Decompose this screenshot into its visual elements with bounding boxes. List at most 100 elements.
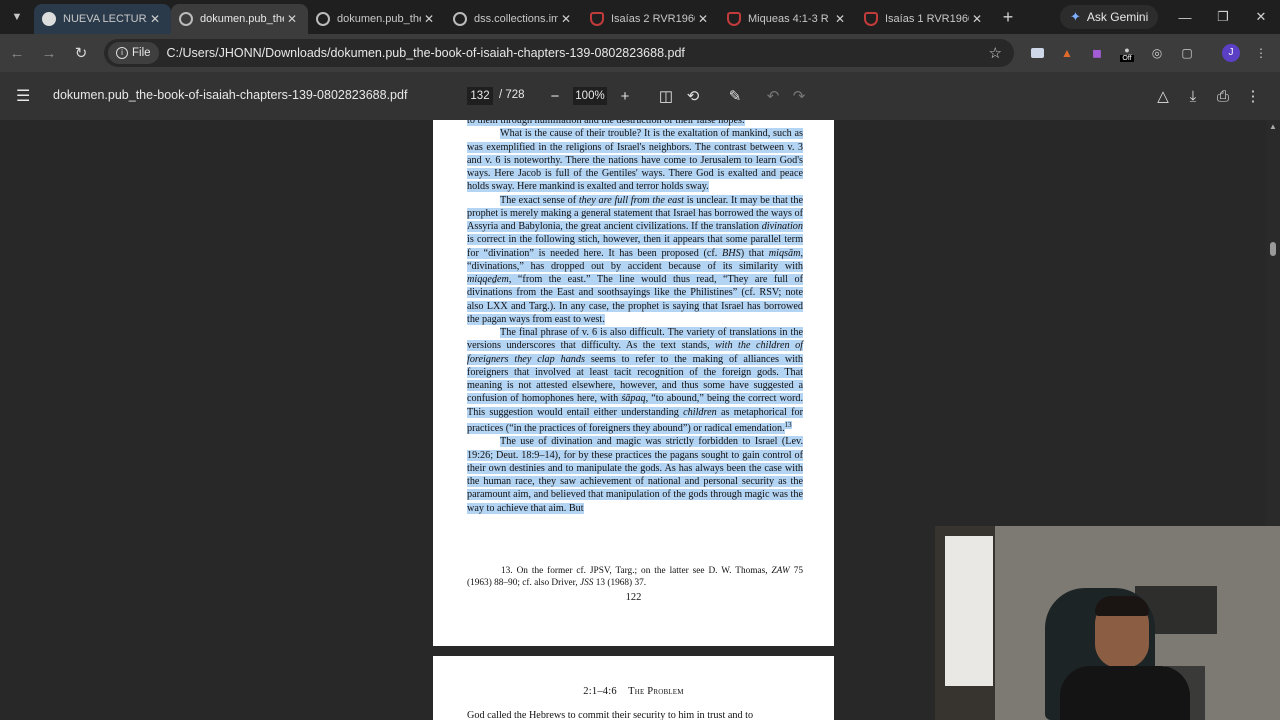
scroll-up-icon[interactable]: ▲ <box>1269 122 1277 131</box>
forward-button[interactable]: → <box>34 38 64 68</box>
globe-icon <box>179 12 193 26</box>
italic-text: śāpaq <box>621 393 646 405</box>
page-body-text: God called the Hebrews to commit their s… <box>467 710 754 720</box>
plus-icon: + <box>620 87 630 105</box>
restore-button[interactable]: ❐ <box>1204 0 1242 34</box>
globe-icon <box>453 12 467 26</box>
profile-avatar[interactable]: J <box>1220 42 1242 64</box>
annotate-button[interactable]: ✎ <box>724 85 746 107</box>
bookmark-star-icon[interactable]: ☆ <box>989 44 1002 62</box>
running-head-title: The Problem <box>628 686 684 697</box>
screenshot-extension-icon[interactable] <box>1026 42 1048 64</box>
tab-4[interactable]: Isaías 2 RVR1960 ✕ <box>582 4 719 34</box>
close-tab-icon[interactable]: ✕ <box>284 12 300 26</box>
tab-list: NUEVA LECTURA ✕ dokumen.pub_the ✕ dokumen.pu… <box>34 0 993 34</box>
reload-icon: ↻ <box>74 45 88 62</box>
tab-title: dokumen.pub_the <box>200 13 284 25</box>
pdf-page: to them through humiliation and the dest… <box>433 120 834 646</box>
close-tab-icon[interactable]: ✕ <box>421 12 437 26</box>
close-tab-icon[interactable]: ✕ <box>969 12 985 26</box>
zoom-in-button[interactable]: + <box>614 85 636 107</box>
pdf-more-menu-button[interactable]: ⋮ <box>1242 85 1264 107</box>
webcam-overlay <box>935 526 1280 720</box>
tab-0[interactable]: NUEVA LECTURA ✕ <box>34 4 171 34</box>
undo-icon: ↶ <box>766 88 780 105</box>
body-paragraph: The exact sense of they are full from th… <box>467 194 804 327</box>
restore-icon: ❐ <box>1217 9 1229 24</box>
rotate-icon: ⟲ <box>686 88 700 105</box>
print-button[interactable]: ⎙ <box>1212 85 1234 107</box>
page-body-text: to them through humiliation and the dest… <box>467 120 804 515</box>
site-info-chip[interactable]: i File <box>108 42 159 64</box>
redo-icon: ↷ <box>792 88 806 105</box>
close-icon: ✕ <box>1255 9 1267 24</box>
tab-5[interactable]: Miqueas 4:1-3 R ✕ <box>719 4 856 34</box>
tab-title: Miqueas 4:1-3 R <box>748 13 829 25</box>
tab-3[interactable]: dss.collections.im ✕ <box>445 4 582 34</box>
footnote-number: 13. <box>501 566 513 576</box>
body-paragraph: to them through humiliation and the dest… <box>467 120 803 127</box>
body-text-run: , “from the east.” The line would thus r… <box>467 274 803 325</box>
redo-button[interactable]: ↷ <box>788 85 810 107</box>
webcam-window-light <box>945 536 993 686</box>
body-paragraph: The use of divination and magic was stri… <box>467 435 803 515</box>
address-bar[interactable]: i File C:/Users/JHONN/Downloads/dokumen.… <box>104 39 1014 67</box>
save-drive-button[interactable]: △ <box>1152 85 1174 107</box>
undo-button[interactable]: ↶ <box>762 85 784 107</box>
close-window-button[interactable]: ✕ <box>1242 0 1280 34</box>
orange-extension-icon[interactable]: ▲ <box>1056 42 1078 64</box>
italic-text: divination <box>761 221 803 232</box>
back-button[interactable]: ← <box>2 38 32 68</box>
download-button[interactable]: ⤓ <box>1182 85 1204 107</box>
browser-menu-icon[interactable]: ⋮ <box>1250 42 1272 64</box>
globe-icon <box>316 12 330 26</box>
webcam-person-hair <box>1095 596 1149 616</box>
body-text-run: The exact sense of <box>500 194 579 206</box>
scrollbar-thumb[interactable] <box>1270 242 1276 256</box>
bible-icon <box>590 12 604 26</box>
tab-title: Isaías 2 RVR1960 <box>611 13 695 25</box>
url-text[interactable]: C:/Users/JHONN/Downloads/dokumen.pub_the… <box>167 46 685 60</box>
print-icon: ⎙ <box>1216 87 1229 105</box>
tab-1[interactable]: dokumen.pub_the ✕ <box>171 4 308 34</box>
zoom-out-button[interactable]: − <box>544 85 566 107</box>
italic-text: BHS <box>722 247 741 259</box>
arrow-left-icon: ← <box>9 44 25 62</box>
close-tab-icon[interactable]: ✕ <box>695 12 711 26</box>
footnote-text: 13 (1968) 37. <box>593 577 647 588</box>
drive-icon: △ <box>1157 88 1169 105</box>
plus-icon: + <box>1002 6 1014 27</box>
italic-text: they are full from the east <box>578 194 684 206</box>
more-vertical-icon: ⋮ <box>1245 88 1261 105</box>
page-number-input[interactable]: 132 <box>467 87 493 105</box>
tab-2[interactable]: dokumen.pub_the ✕ <box>308 4 445 34</box>
spiral-extension-icon[interactable]: ◎ <box>1146 42 1168 64</box>
close-tab-icon[interactable]: ✕ <box>832 12 848 26</box>
puzzle-extensions-icon[interactable]: ▢ <box>1176 42 1198 64</box>
minus-icon: − <box>550 87 560 105</box>
italic-text: miqsām <box>768 247 801 259</box>
tab-search-button[interactable]: ▼ <box>0 0 34 34</box>
body-text-run: The use of divination and magic was stri… <box>467 436 803 514</box>
close-tab-icon[interactable]: ✕ <box>147 12 163 26</box>
footnote-italic: JSS <box>579 577 594 588</box>
pdf-toolbar: ☰ dokumen.pub_the-book-of-isaiah-chapter… <box>0 72 1280 120</box>
rotate-button[interactable]: ⟲ <box>682 85 704 107</box>
zoom-input[interactable]: 100% <box>573 87 607 105</box>
extension-toggle-icon[interactable]: ● Off <box>1116 42 1138 64</box>
new-tab-button[interactable]: + <box>993 7 1023 28</box>
minimize-button[interactable]: — <box>1166 0 1204 34</box>
ask-gemini-button[interactable]: ✦ Ask Gemini <box>1060 5 1159 29</box>
purple-extension-icon[interactable]: ◼ <box>1086 42 1108 64</box>
pdf-sidebar-menu-icon[interactable]: ☰ <box>16 86 30 106</box>
bible-icon <box>864 12 878 26</box>
pdf-filename: dokumen.pub_the-book-of-isaiah-chapters-… <box>53 88 408 102</box>
reload-button[interactable]: ↻ <box>66 38 96 68</box>
gemini-sparkle-icon: ✦ <box>1070 9 1081 24</box>
italic-text: miqqeḏem <box>467 274 509 285</box>
tab-6[interactable]: Isaías 1 RVR1960 ✕ <box>856 4 993 34</box>
close-tab-icon[interactable]: ✕ <box>558 12 574 26</box>
body-paragraph: What is the cause of their trouble? It i… <box>467 127 803 193</box>
italic-text: children <box>683 406 717 418</box>
fit-page-button[interactable]: ◫ <box>655 85 677 107</box>
